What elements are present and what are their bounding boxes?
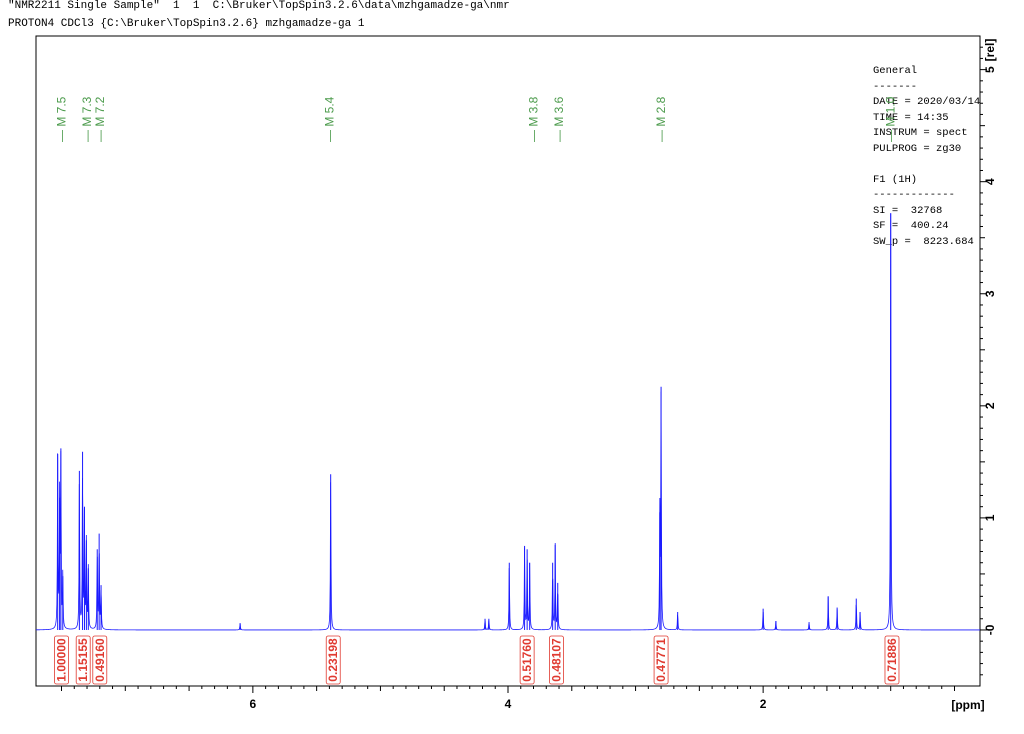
integral-value: 0.71886: [885, 638, 899, 682]
peak-apexes: [57, 213, 892, 630]
x-axis: 6 4 2: [61, 686, 955, 711]
peak-label: — M 1.0: [884, 96, 898, 142]
integral-value: 0.23198: [326, 638, 340, 682]
x-tick-label: 2: [760, 697, 767, 711]
peak-labels: — M 7.5— M 7.3— M 7.2— M 5.4— M 3.8— M 3…: [55, 96, 898, 142]
y-tick-label: 3: [983, 290, 997, 297]
integral-value: 1.00000: [55, 638, 69, 682]
y-tick-label: 1: [983, 514, 997, 521]
integral-value: 0.49160: [93, 638, 107, 682]
peak-label: — M 3.6: [552, 96, 566, 142]
y-tick-label: -0: [983, 624, 997, 635]
integral-value: 0.51760: [520, 638, 534, 682]
x-tick-label: 6: [250, 697, 257, 711]
integral-value: 1.15155: [76, 638, 90, 682]
y-tick-label: 4: [983, 178, 997, 185]
y-tick-label: 5: [983, 66, 997, 73]
x-axis-label: [ppm]: [951, 698, 984, 712]
y-axis-label: [rel]: [983, 39, 997, 62]
peak-label: — M 2.8: [654, 96, 668, 142]
integral-labels: 1.00000 1.15155 0.49160 0.23198 0.51760 0.481…: [54, 635, 900, 685]
plot-border: [35, 35, 981, 687]
peak-label: — M 5.4: [322, 96, 336, 142]
spectrum-trace: [36, 213, 980, 631]
peak-label: — M 7.2: [93, 96, 107, 142]
y-axis: -0 1 2 3 4 5: [980, 46, 997, 676]
integral-value: 0.48107: [549, 638, 563, 682]
integral-value: 0.47771: [654, 638, 668, 682]
x-tick-label: 4: [505, 697, 512, 711]
nmr-spectrum-chart: 6 4 2 -0 1 2 3 4 5 1.00000 1.15155 0.49160 0.23198…: [35, 35, 997, 712]
peak-label: — M 3.8: [527, 96, 541, 142]
y-tick-label: 2: [983, 402, 997, 409]
plot-frame: [35, 35, 981, 687]
peak-label: — M 7.5: [55, 96, 69, 142]
